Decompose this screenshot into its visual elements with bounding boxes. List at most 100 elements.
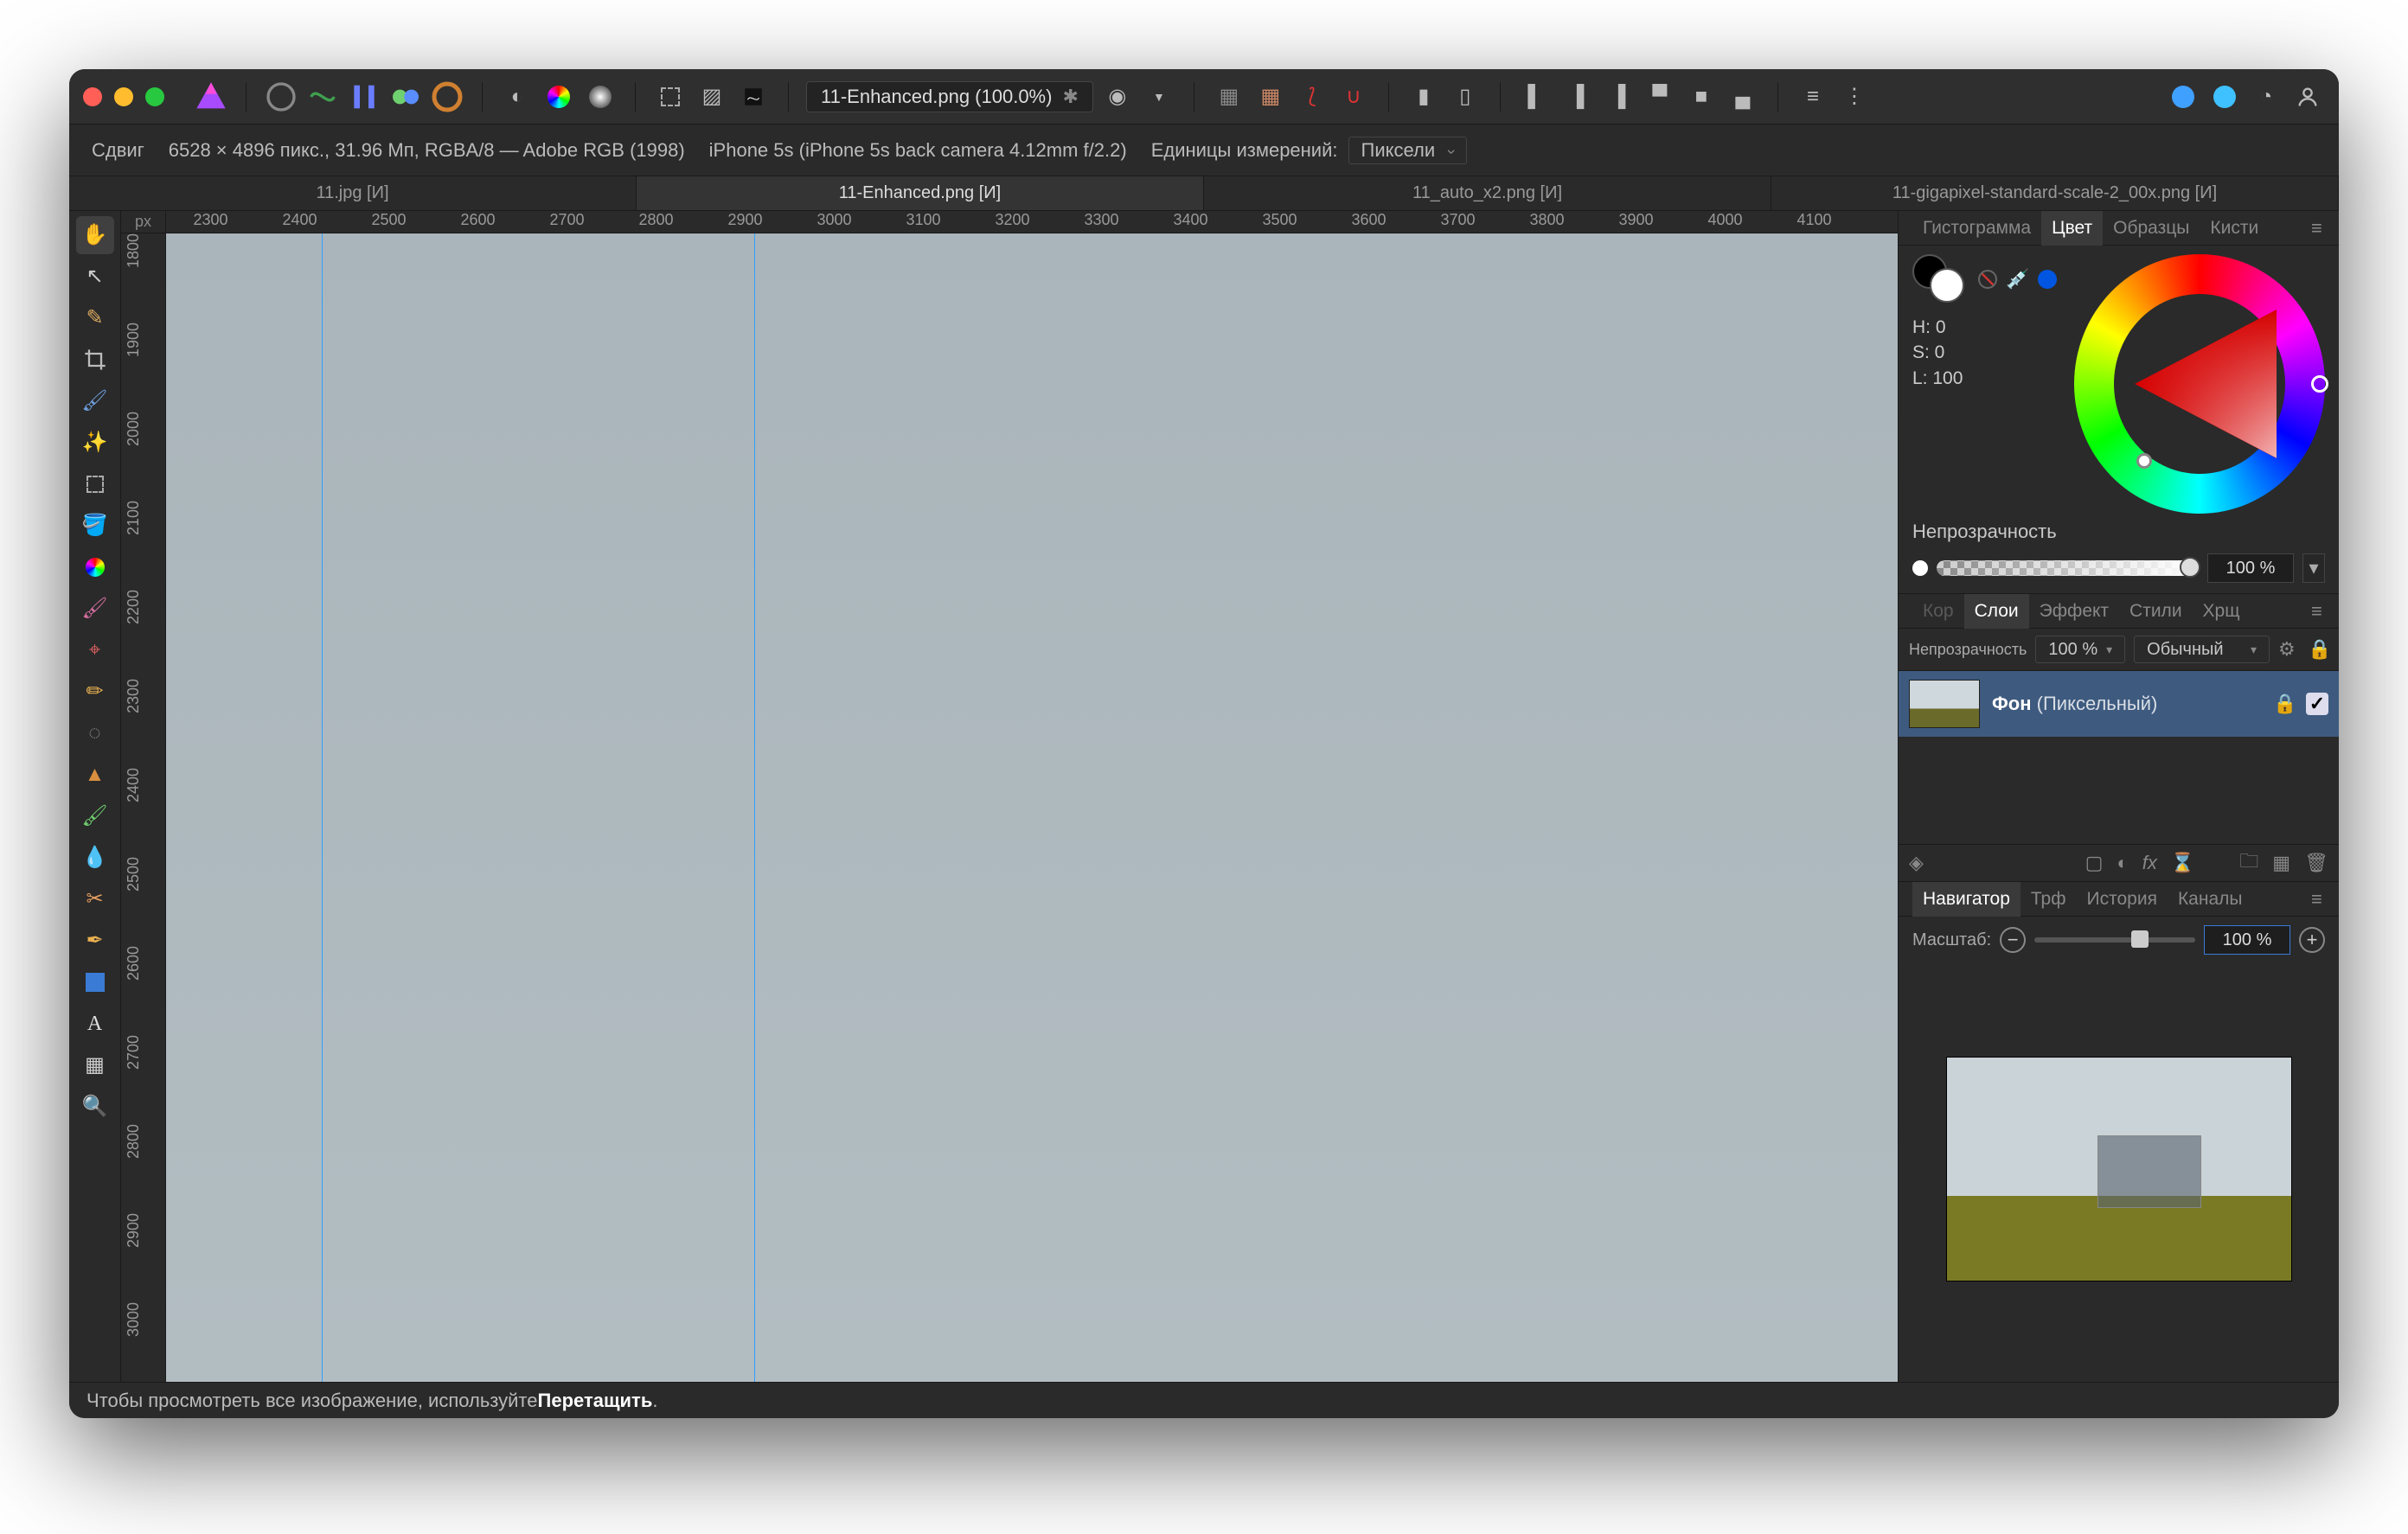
- add-layer-icon[interactable]: ▦: [2272, 852, 2290, 874]
- layer-visibility-checkbox[interactable]: ✓: [2306, 693, 2328, 715]
- tab-history[interactable]: История: [2077, 882, 2168, 917]
- layer-opacity-input[interactable]: 100 %▾: [2035, 636, 2125, 663]
- assist-b-icon[interactable]: [2207, 80, 2242, 114]
- align-center-icon[interactable]: ▐: [1559, 80, 1594, 114]
- no-color-icon[interactable]: [1978, 270, 1997, 289]
- primary-color-swatch[interactable]: [1930, 268, 1964, 303]
- persona-photo-icon[interactable]: [264, 80, 298, 114]
- document-tab[interactable]: 11-gigapixel-standard-scale-2_00x.png [И…: [1771, 176, 2339, 210]
- opacity-slider[interactable]: [1937, 560, 2199, 576]
- mask-icon[interactable]: ▢: [2085, 852, 2104, 874]
- tab-histogram[interactable]: Гистограмма: [1912, 211, 2041, 246]
- ruler-vertical[interactable]: 1800190020002100220023002400250026002700…: [121, 233, 166, 1382]
- zoom-tool-icon[interactable]: 🔍: [76, 1088, 114, 1126]
- snap-toggle-icon[interactable]: ⟅: [1295, 80, 1329, 114]
- live-filter-drop-icon[interactable]: ⌛: [2171, 852, 2194, 874]
- move-tool-icon[interactable]: ↖: [76, 258, 114, 296]
- adjust-levels-icon[interactable]: [583, 80, 618, 114]
- view-dropdown-icon[interactable]: ▼: [1142, 80, 1176, 114]
- slider-knob-icon[interactable]: [2131, 930, 2149, 948]
- align-left-icon[interactable]: ▌: [1518, 80, 1553, 114]
- tab-styles[interactable]: Стили: [2119, 594, 2193, 629]
- tab-adjustments[interactable]: Кор: [1912, 594, 1964, 629]
- align-right-icon[interactable]: ▐: [1601, 80, 1636, 114]
- tab-stock[interactable]: Хрщ: [2193, 594, 2251, 629]
- assist-a-icon[interactable]: [2166, 80, 2200, 114]
- tab-swatches[interactable]: Образцы: [2103, 211, 2200, 246]
- zoom-slider[interactable]: [2034, 937, 2195, 943]
- hue-cursor-icon[interactable]: [2311, 375, 2328, 393]
- tab-brushes[interactable]: Кисти: [2200, 211, 2269, 246]
- wand-tool-icon[interactable]: ✨: [76, 424, 114, 462]
- persona-export-icon[interactable]: [430, 80, 464, 114]
- magnet-icon[interactable]: ∪: [1336, 80, 1371, 114]
- flood-fill-tool-icon[interactable]: 🪣: [76, 507, 114, 545]
- zoom-out-button[interactable]: −: [2000, 927, 2026, 953]
- minimize-window-button[interactable]: [114, 87, 133, 106]
- dodge-tool-icon[interactable]: ✂: [76, 880, 114, 918]
- adjust-hsl-icon[interactable]: [541, 80, 576, 114]
- inpaint-tool-icon[interactable]: ▲: [76, 756, 114, 794]
- tab-navigator[interactable]: Навигатор: [1912, 882, 2021, 917]
- shape-rect-tool-icon[interactable]: [76, 963, 114, 1001]
- align-top-icon[interactable]: ▀: [1643, 80, 1677, 114]
- layer-row[interactable]: Фон (Пиксельный) 🔒 ✓: [1899, 671, 2339, 737]
- zoom-in-button[interactable]: +: [2299, 927, 2325, 953]
- fx-icon[interactable]: fx: [2142, 852, 2157, 874]
- opacity-input[interactable]: 100 %: [2207, 553, 2294, 583]
- canvas-viewport[interactable]: [166, 233, 1898, 1382]
- zoom-window-button[interactable]: [145, 87, 164, 106]
- mesh-warp-tool-icon[interactable]: ▦: [76, 1046, 114, 1084]
- guide-vertical[interactable]: [754, 233, 755, 1382]
- eyedropper-icon[interactable]: 💉: [2006, 268, 2029, 291]
- retouch-tool-icon[interactable]: 🖌: [76, 797, 114, 835]
- grid-a-icon[interactable]: ▦: [1212, 80, 1246, 114]
- document-tab[interactable]: 11-Enhanced.png [И]: [637, 176, 1204, 210]
- document-tab[interactable]: 11.jpg [И]: [69, 176, 637, 210]
- text-tool-icon[interactable]: A: [76, 1005, 114, 1043]
- color-wheel[interactable]: [2074, 254, 2325, 514]
- distribute-v-icon[interactable]: ⋮: [1837, 80, 1872, 114]
- arrange-front-icon[interactable]: ▮: [1406, 80, 1441, 114]
- layer-lock-icon[interactable]: 🔒: [2273, 693, 2294, 715]
- tab-layers[interactable]: Слои: [1964, 594, 2029, 629]
- paint-mixer-tool-icon[interactable]: 🖌: [76, 590, 114, 628]
- refine-icon[interactable]: [736, 80, 771, 114]
- adjust-invert-icon[interactable]: ◐: [500, 80, 535, 114]
- crop-tool-icon[interactable]: [76, 341, 114, 379]
- persona-liquify-icon[interactable]: [305, 80, 340, 114]
- align-bottom-icon[interactable]: ▄: [1726, 80, 1760, 114]
- persona-tone-icon[interactable]: [388, 80, 423, 114]
- guide-vertical[interactable]: [322, 233, 323, 1382]
- marquee-tool-icon[interactable]: [76, 465, 114, 503]
- grid-b-icon[interactable]: ▦: [1253, 80, 1288, 114]
- distribute-h-icon[interactable]: ≡: [1796, 80, 1830, 114]
- tab-channels[interactable]: Каналы: [2168, 882, 2253, 917]
- panel-menu-icon[interactable]: ≡: [2311, 600, 2332, 623]
- delete-layer-icon[interactable]: 🗑: [2304, 852, 2328, 874]
- gear-icon[interactable]: ⚙: [2278, 638, 2299, 661]
- tab-effects[interactable]: Эффект: [2029, 594, 2119, 629]
- hand-tool-icon[interactable]: ✋: [76, 216, 114, 254]
- adjustment-icon[interactable]: ◐: [2117, 852, 2128, 874]
- panel-menu-icon[interactable]: ≡: [2311, 888, 2332, 911]
- group-icon[interactable]: 🗀: [2239, 847, 2258, 879]
- panel-menu-icon[interactable]: ≡: [2311, 217, 2332, 240]
- navigator-viewport-rect[interactable]: [2097, 1135, 2201, 1208]
- paint-brush-tool-icon[interactable]: 🖌: [76, 382, 114, 420]
- ruler-horizontal[interactable]: 2300240025002600270028002900300031003200…: [166, 211, 1898, 233]
- document-tab[interactable]: 11_auto_x2.png [И]: [1204, 176, 1771, 210]
- tab-color[interactable]: Цвет: [2041, 211, 2103, 246]
- selection-marquee-icon[interactable]: [653, 80, 688, 114]
- zoom-blur-tool-icon[interactable]: ◌: [76, 714, 114, 752]
- smudge-tool-icon[interactable]: 💧: [76, 839, 114, 877]
- navigator-thumbnail[interactable]: [1946, 1057, 2292, 1282]
- units-dropdown[interactable]: Пиксели: [1348, 137, 1468, 164]
- selection-brush-tool-icon[interactable]: ✎: [76, 299, 114, 337]
- pen-tool-icon[interactable]: ✒: [76, 922, 114, 960]
- pencil-tool-icon[interactable]: ✏: [76, 673, 114, 711]
- zoom-input[interactable]: 100 %: [2204, 925, 2290, 955]
- color-picker-tool-icon[interactable]: [76, 548, 114, 586]
- quick-mask-icon[interactable]: ▨: [695, 80, 729, 114]
- lock-icon[interactable]: 🔒: [2308, 638, 2328, 661]
